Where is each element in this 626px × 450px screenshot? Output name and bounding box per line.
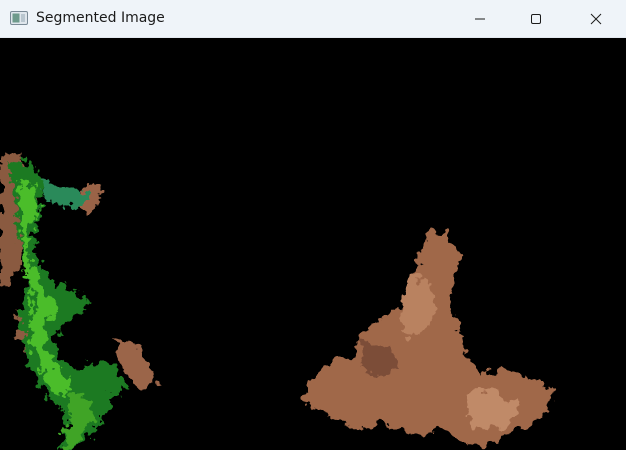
minimize-icon <box>475 18 485 20</box>
window-title: Segmented Image <box>36 10 165 26</box>
maximize-icon <box>531 14 541 24</box>
maximize-button[interactable] <box>508 0 564 38</box>
green-vegetation-region <box>8 160 125 450</box>
close-icon <box>590 13 602 25</box>
close-button[interactable] <box>566 0 626 38</box>
title-bar[interactable]: Segmented Image <box>0 0 626 38</box>
segmented-image-canvas <box>0 38 626 450</box>
app-window: Segmented Image <box>0 0 626 450</box>
app-image-icon <box>10 11 28 25</box>
brown-soil-region-right <box>302 228 556 446</box>
minimize-button[interactable] <box>452 0 508 38</box>
segmented-image <box>0 156 556 450</box>
